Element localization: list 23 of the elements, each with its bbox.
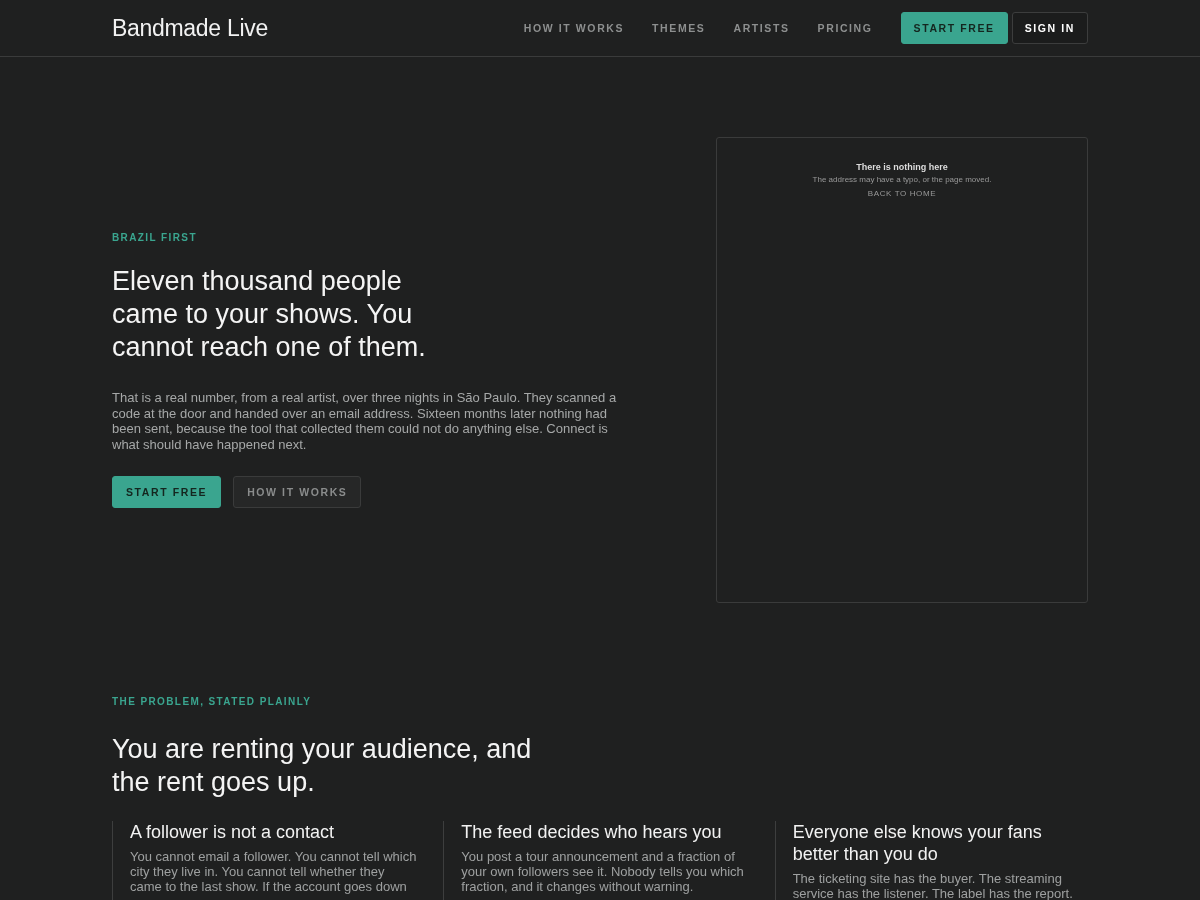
section-headline: You are renting your audience, and the rent goes up. [112,733,533,799]
sign-in-button[interactable]: SIGN IN [1011,12,1088,44]
nav-link[interactable]: HOW IT WORKS [523,22,625,34]
how-it-works-button[interactable]: HOW IT WORKS [233,476,362,508]
hero-paragraph: That is a real number, from a real artist, over three nights in São Paulo. They scanned a code at the door and handed over an email address. Sixteen months later nothing had been sent, because the tool that collected them could not do anything else. Connect is what should have happened next. [112,390,618,452]
card-title: The feed decides who hears you [461,821,723,843]
eyebrow-label: THE PROBLEM, STATED PLAINLY [112,696,312,707]
card-text: You post a tour announcement and a fraction of your own followers see it. Nobody tells you which fraction, and it changes without warning. [461,849,745,894]
card-text: The ticketing site has the buyer. The streaming service has the listener. The label has the report. [792,871,1074,900]
card-title: A follower is not a contact [130,821,336,843]
start-free-button[interactable]: START FREE [112,476,222,508]
nav-link[interactable]: PRICING [817,22,873,34]
preview-text: The address may have a typo, or the page moved. [812,175,992,184]
preview-link[interactable]: BACK TO HOME [867,189,937,198]
card-text: You cannot email a follower. You cannot tell which city they live in. You cannot tell whether they came to the last show. If the account goes down [130,849,418,894]
eyebrow-label: BRAZIL FIRST [112,232,197,243]
card-title: Everyone else knows your fans better than you do [792,821,1043,865]
nav-link[interactable]: ARTISTS [733,22,790,34]
start-free-button[interactable]: START FREE [900,12,1008,44]
preview-title: There is nothing here [856,162,948,172]
hero-headline: Eleven thousand people came to your shows. You cannot reach one of them. [112,265,427,364]
site-logo[interactable]: Bandmade Live [112,14,268,42]
nav-link[interactable]: THEMES [652,22,706,34]
